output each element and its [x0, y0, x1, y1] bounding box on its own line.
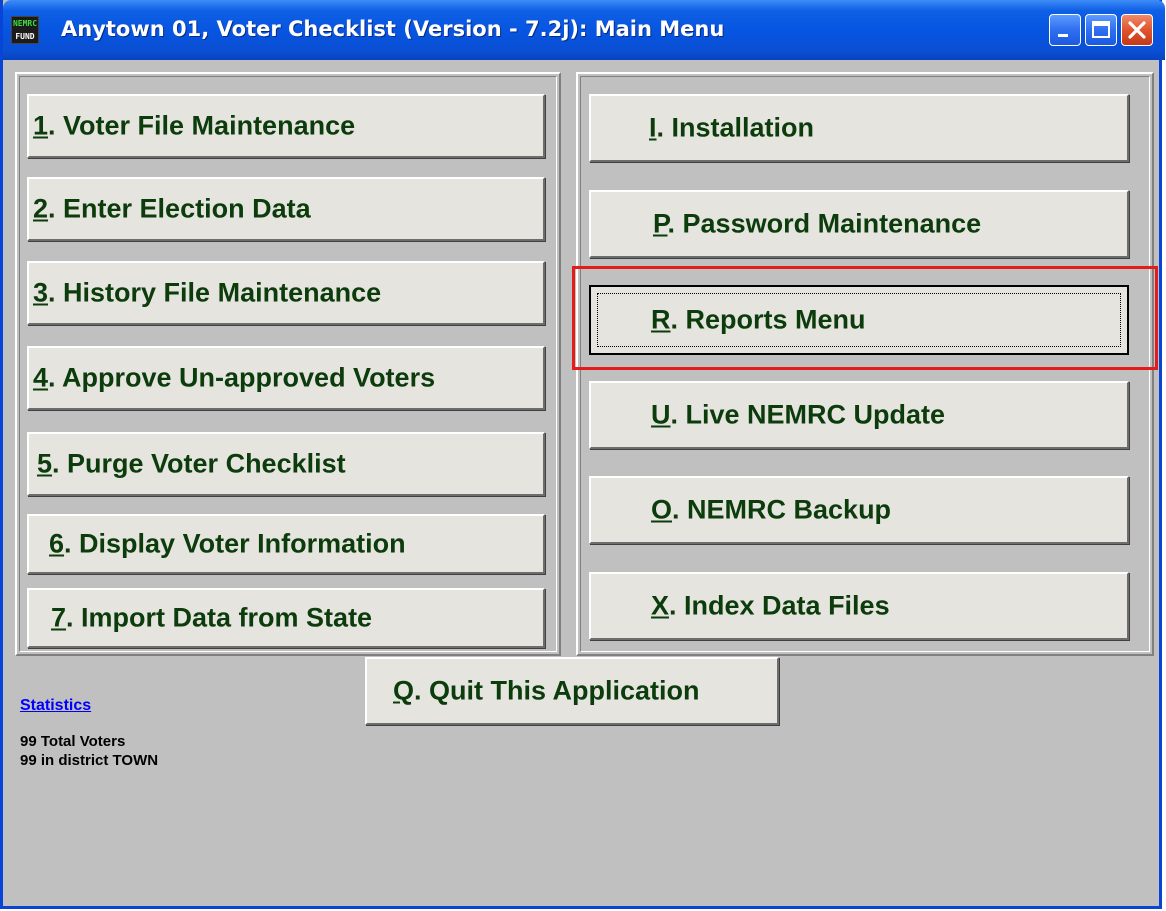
live-nemrc-update-button[interactable]: U. Live NEMRC Update: [589, 381, 1129, 449]
window-title: Anytown 01, Voter Checklist (Version - 7…: [61, 17, 725, 41]
reports-menu-highlight: [572, 266, 1158, 370]
minimize-icon: [1058, 34, 1068, 37]
history-file-maintenance-button[interactable]: 3. History File Maintenance: [27, 261, 545, 325]
maximize-button[interactable]: [1085, 14, 1117, 46]
title-bar[interactable]: NEMRC FUND Anytown 01, Voter Checklist (…: [3, 0, 1165, 60]
app-window: NEMRC FUND Anytown 01, Voter Checklist (…: [0, 0, 1165, 909]
district-voters-text: 99 in district TOWN: [20, 752, 159, 769]
quit-application-button[interactable]: Q. Quit This Application: [365, 657, 779, 725]
approve-unapproved-voters-button[interactable]: 4. Approve Un-approved Voters: [27, 346, 545, 410]
enter-election-data-button[interactable]: 2. Enter Election Data: [27, 177, 545, 241]
close-button[interactable]: [1121, 14, 1153, 46]
app-logo-icon: NEMRC FUND: [11, 16, 39, 44]
close-icon: [1128, 21, 1146, 39]
installation-button[interactable]: I. Installation: [589, 94, 1129, 162]
purge-voter-checklist-button[interactable]: 5. Purge Voter Checklist: [27, 432, 545, 496]
nemrc-backup-button[interactable]: O. NEMRC Backup: [589, 476, 1129, 544]
total-voters-text: 99 Total Voters: [20, 733, 126, 750]
import-data-from-state-button[interactable]: 7. Import Data from State: [27, 588, 545, 648]
voter-file-maintenance-button[interactable]: 1. Voter File Maintenance: [27, 94, 545, 158]
index-data-files-button[interactable]: X. Index Data Files: [589, 572, 1129, 640]
password-maintenance-button[interactable]: P. Password Maintenance: [589, 190, 1129, 258]
maximize-icon: [1092, 21, 1110, 38]
statistics-link[interactable]: Statistics: [20, 697, 91, 715]
minimize-button[interactable]: [1049, 14, 1081, 46]
display-voter-information-button[interactable]: 6. Display Voter Information: [27, 514, 545, 574]
